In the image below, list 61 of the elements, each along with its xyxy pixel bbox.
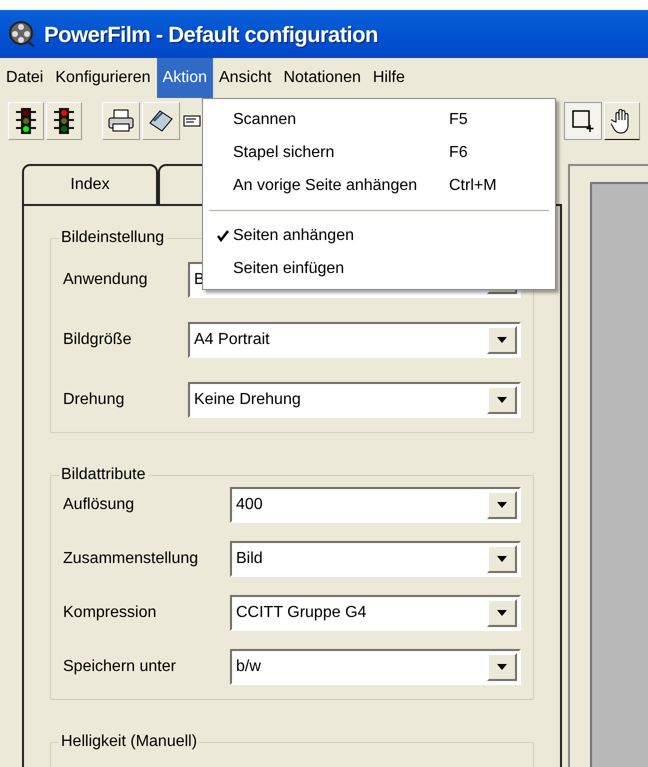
menu-entry-label: Seiten anhängen <box>233 226 355 246</box>
dropdown-value: A4 Portrait <box>194 330 271 350</box>
field-label: Drehung <box>63 390 126 410</box>
field-label: Bildgröße <box>63 330 132 350</box>
caret-icon <box>497 610 507 616</box>
menu-entry[interactable]: Seiten einfügen <box>203 252 555 285</box>
group-title: Bildeinstellung <box>60 228 166 248</box>
field-label: Auflösung <box>63 495 136 515</box>
caret-icon <box>497 664 507 670</box>
dropdown-arrow-button[interactable] <box>487 386 517 414</box>
menu-entry-shortcut: F6 <box>449 142 468 162</box>
caret-icon <box>497 556 507 562</box>
field-label: Speichern unter <box>63 657 177 677</box>
dropdown-value: Keine Drehung <box>194 390 302 410</box>
menu-entry[interactable]: An vorige Seite anhängen Ctrl+M <box>203 169 555 202</box>
dropdown-field[interactable]: 400 <box>230 487 521 523</box>
menu-item[interactable]: Notationen <box>277 58 367 98</box>
caret-icon <box>497 337 507 343</box>
menu-entry-shortcut: F5 <box>449 110 468 130</box>
group-title: Bildattribute <box>60 465 146 485</box>
menu-entry-shortcut: Ctrl+M <box>449 176 497 196</box>
menu-item[interactable]: Ansicht <box>213 58 278 98</box>
dropdown-arrow-button[interactable] <box>487 545 517 573</box>
scanner-icon <box>148 109 174 133</box>
caret-icon <box>497 502 507 508</box>
printer-icon <box>108 109 134 133</box>
dropdown-arrow-button[interactable] <box>487 326 517 354</box>
menu-entry-label: Seiten einfügen <box>233 258 346 278</box>
field-label: Anwendung <box>63 270 149 290</box>
traffic-light-icon <box>16 107 36 135</box>
menu-item[interactable]: Konfigurieren <box>49 58 157 98</box>
toolbar-button[interactable] <box>564 102 602 140</box>
tab[interactable]: Index <box>22 164 158 204</box>
dropdown-arrow-button[interactable] <box>487 599 517 627</box>
caret-icon <box>497 397 507 403</box>
dropdown-value: Bild <box>236 549 264 569</box>
menu-item[interactable]: Hilfe <box>366 58 411 98</box>
window-title: PowerFilm - Default configuration <box>44 20 378 49</box>
menu-entry[interactable]: Seiten anhängen <box>203 219 555 252</box>
traffic-light-icon <box>54 107 74 135</box>
dropdown-field[interactable]: Bild <box>230 541 521 577</box>
menu-entry-label: Scannen <box>233 110 298 130</box>
menu-entry-label: Stapel sichern <box>233 142 336 162</box>
menu-entry-label: An vorige Seite anhängen <box>233 176 418 196</box>
field-label: Zusammenstellung <box>63 549 200 569</box>
dropdown-field[interactable]: A4 Portrait <box>188 322 521 358</box>
group-title: Helligkeit (Manuell) <box>60 732 198 752</box>
film-reel-icon <box>8 20 36 48</box>
dropdown-value: 400 <box>236 495 264 515</box>
dropdown-value: CCITT Gruppe G4 <box>236 603 368 623</box>
menu-entry[interactable]: Stapel sichern F6 <box>203 136 555 169</box>
selection-rectangle-icon <box>571 109 595 133</box>
menu-item[interactable]: Datei <box>0 58 50 98</box>
field-label: Kompression <box>63 603 158 623</box>
dropdown-field[interactable]: CCITT Gruppe G4 <box>230 595 521 631</box>
dropdown-value: b/w <box>236 657 262 677</box>
menu-item[interactable]: Aktion <box>156 58 213 98</box>
dropdown-field[interactable]: Keine Drehung <box>188 382 521 418</box>
dropdown-arrow-button[interactable] <box>487 491 517 519</box>
dropdown-field[interactable]: b/w <box>230 649 521 685</box>
dropdown-arrow-button[interactable] <box>487 653 517 681</box>
